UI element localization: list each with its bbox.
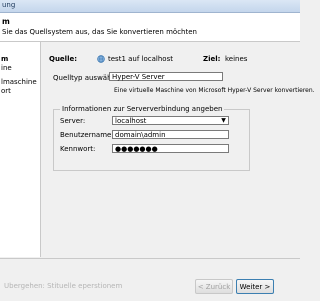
step-item-vm[interactable]: lmaschine xyxy=(1,78,37,86)
wizard-steps-sidebar: m ine lmaschine ort xyxy=(0,42,41,257)
group-title: Informationen zur Serververbindung angeb… xyxy=(60,105,225,113)
window-titlebar: ung xyxy=(0,0,300,13)
server-label: Server: xyxy=(60,117,86,125)
quelltyp-description: Eine virtuelle Maschine von Microsoft Hy… xyxy=(114,87,315,94)
quelle-label: Quelle: xyxy=(49,55,78,63)
back-button[interactable]: < Zurück xyxy=(195,279,233,294)
step-item-machine[interactable]: ine xyxy=(1,64,12,72)
username-label: Benutzername: xyxy=(60,131,114,139)
password-label: Kennwort: xyxy=(60,145,96,153)
skip-option-disabled: Ubergehen: Stituelle eperstionem xyxy=(4,282,123,290)
password-value: ●●●●●●● xyxy=(115,145,158,153)
globe-icon xyxy=(97,55,105,63)
quelle-value: test1 auf localhost xyxy=(108,55,173,63)
server-combobox[interactable]: localhost ▼ xyxy=(112,116,229,125)
page-subtitle: Sie das Quellsystem aus, das Sie konvert… xyxy=(2,28,197,36)
quelltyp-value: Hyper-V Server xyxy=(112,73,165,81)
next-button[interactable]: Weiter > xyxy=(236,279,274,294)
server-value: localhost xyxy=(115,117,147,125)
main-panel: Quelle: test1 auf localhost Ziel: keines… xyxy=(41,42,315,257)
username-field[interactable]: domain\admin xyxy=(112,130,229,139)
username-value: domain\admin xyxy=(115,131,166,139)
wizard-footer: Ubergehen: Stituelle eperstionem < Zurüc… xyxy=(0,258,300,301)
step-item-report[interactable]: ort xyxy=(1,87,11,95)
ziel-label: Ziel: xyxy=(203,55,221,63)
wizard-header: m Sie das Quellsystem aus, das Sie konve… xyxy=(0,13,300,42)
quelltyp-select[interactable]: Hyper-V Server xyxy=(109,72,223,81)
password-field[interactable]: ●●●●●●● xyxy=(112,144,229,153)
step-item-source[interactable]: m xyxy=(1,55,8,63)
page-title: m xyxy=(2,17,10,26)
ziel-value: keines xyxy=(225,55,248,63)
window-title: ung xyxy=(2,1,16,9)
chevron-down-icon[interactable]: ▼ xyxy=(219,117,228,124)
